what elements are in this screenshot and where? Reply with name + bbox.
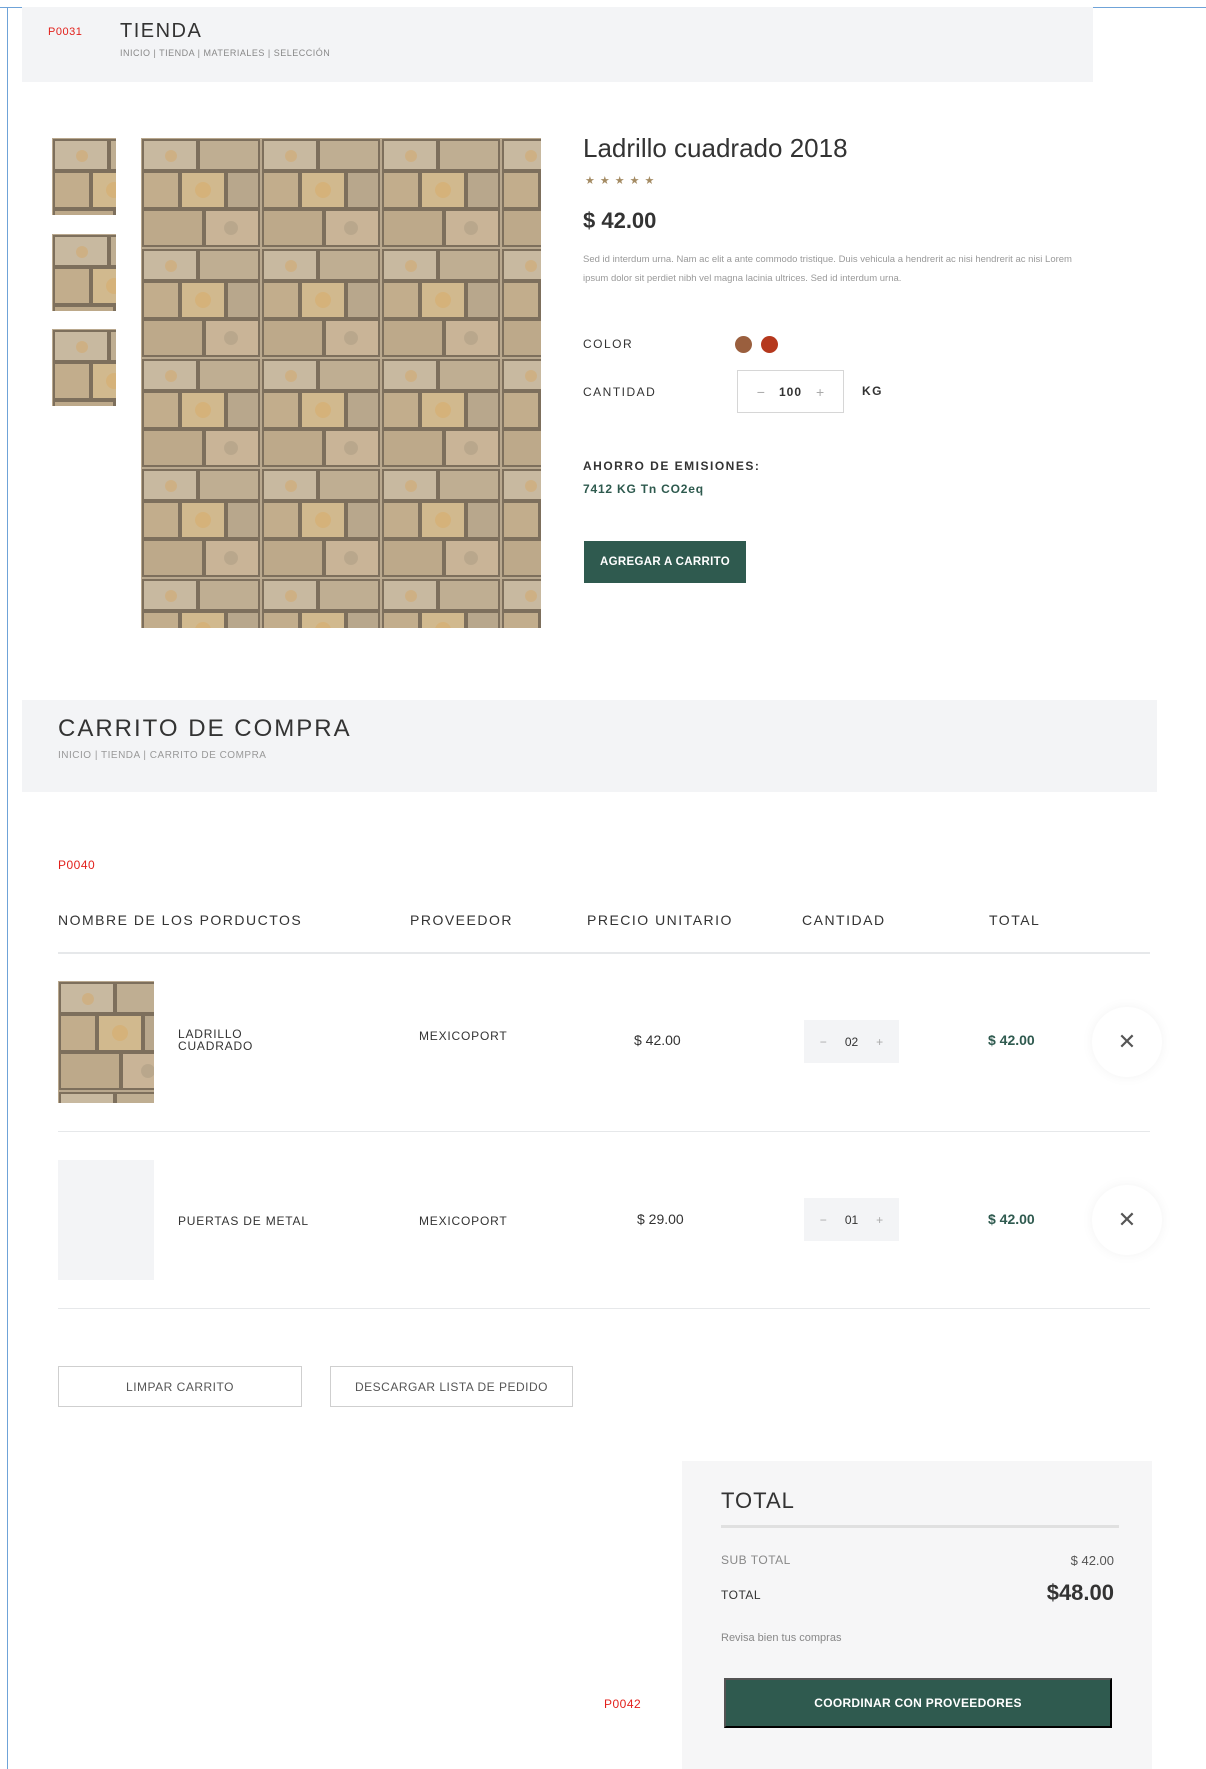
cart-item-unit-price: $ 29.00 <box>637 1211 684 1227</box>
clear-cart-button[interactable]: LIMPAR CARRITO <box>58 1366 302 1407</box>
row-divider <box>58 1131 1150 1132</box>
subtotal-label: SUB TOTAL <box>721 1553 791 1567</box>
quantity-stepper: − 100 + <box>737 370 844 413</box>
breadcrumb[interactable]: INICIO | TIENDA | MATERIALES | SELECCIÓN <box>120 48 330 58</box>
cart-breadcrumb[interactable]: INICIO | TIENDA | CARRITO DE COMPRA <box>58 750 266 761</box>
summary-divider <box>721 1525 1119 1528</box>
total-value: $48.00 <box>1046 1580 1114 1605</box>
quantity-unit: KG <box>862 384 883 398</box>
coordinate-suppliers-button[interactable]: COORDINAR CON PROVEEDORES <box>724 1678 1112 1728</box>
product-price: $ 42.00 <box>583 208 657 233</box>
color-swatch-brown[interactable] <box>735 336 752 353</box>
product-main-image <box>141 138 541 628</box>
product-thumbnail[interactable] <box>52 329 116 406</box>
cart-item-quantity-stepper: − 01 + <box>804 1198 899 1241</box>
cart-item-quantity[interactable]: 02 <box>845 1035 858 1049</box>
cart-item-supplier: MEXICOPORT <box>419 1214 508 1228</box>
column-header-quantity: CANTIDAD <box>802 912 886 928</box>
row-divider <box>58 1308 1150 1309</box>
subtotal-value: $ 42.00 <box>1070 1553 1114 1568</box>
add-to-cart-button[interactable]: AGREGAR A CARRITO <box>584 541 746 583</box>
download-order-list-button[interactable]: DESCARGAR LISTA DE PEDIDO <box>330 1366 573 1407</box>
cart-item-name: LADRILLO CUADRADO <box>178 1028 253 1052</box>
increment-button[interactable]: + <box>816 384 824 400</box>
color-label: COLOR <box>583 337 634 351</box>
column-header-unit-price: PRECIO UNITARIO <box>587 912 733 928</box>
cart-item-total: $ 42.00 <box>988 1211 1035 1227</box>
cart-item-image-placeholder <box>58 1160 154 1280</box>
cart-item-name-line: CUADRADO <box>178 1039 254 1053</box>
screen-code-top: P0031 <box>48 26 83 38</box>
product-thumbnail[interactable] <box>52 138 116 215</box>
cart-item-total: $ 42.00 <box>988 1032 1035 1048</box>
frame-border-left <box>7 7 8 1769</box>
page-title: TIENDA <box>120 20 203 42</box>
review-note: Revisa bien tus compras <box>721 1632 842 1644</box>
emissions-value: 7412 KG Tn CO2eq <box>583 482 704 496</box>
column-header-product: NOMBRE DE LOS PORDUCTOS <box>58 912 303 928</box>
cart-item-supplier: MEXICOPORT <box>419 1029 508 1043</box>
store-header <box>22 7 1093 82</box>
cart-item-name: PUERTAS DE METAL <box>178 1214 309 1228</box>
close-icon: ✕ <box>1117 1029 1137 1054</box>
cart-item-image <box>58 981 154 1103</box>
emissions-label: AHORRO DE EMISIONES: <box>583 459 761 473</box>
decrement-button[interactable]: − <box>820 1035 827 1049</box>
screen-code-bottom: P0042 <box>604 1697 642 1711</box>
cart-header <box>22 700 1157 792</box>
quantity-value[interactable]: 100 <box>779 385 802 399</box>
decrement-button[interactable]: − <box>757 384 765 400</box>
product-thumbnail[interactable] <box>52 234 116 311</box>
increment-button[interactable]: + <box>876 1213 883 1227</box>
cart-title: CARRITO DE COMPRA <box>58 715 352 742</box>
table-divider <box>58 952 1150 954</box>
column-header-total: TOTAL <box>989 912 1041 928</box>
screen-code-cart: P0040 <box>58 858 96 872</box>
decrement-button[interactable]: − <box>820 1213 827 1227</box>
product-title: Ladrillo cuadrado 2018 <box>583 133 848 163</box>
cart-item-unit-price: $ 42.00 <box>634 1032 681 1048</box>
summary-title: TOTAL <box>721 1488 795 1513</box>
column-header-supplier: PROVEEDOR <box>410 912 513 928</box>
product-description: Sed id interdum urna. Nam ac elit a ante… <box>583 254 1072 284</box>
cart-item-quantity[interactable]: 01 <box>845 1213 858 1227</box>
quantity-label: CANTIDAD <box>583 385 657 399</box>
increment-button[interactable]: + <box>876 1035 883 1049</box>
color-swatch-red[interactable] <box>761 336 778 353</box>
remove-item-button[interactable]: ✕ <box>1092 1185 1162 1255</box>
rating-stars: ★★★★★ <box>585 175 660 187</box>
cart-item-quantity-stepper: − 02 + <box>804 1020 899 1063</box>
total-label: TOTAL <box>721 1588 762 1602</box>
close-icon: ✕ <box>1117 1207 1137 1232</box>
remove-item-button[interactable]: ✕ <box>1092 1007 1162 1077</box>
